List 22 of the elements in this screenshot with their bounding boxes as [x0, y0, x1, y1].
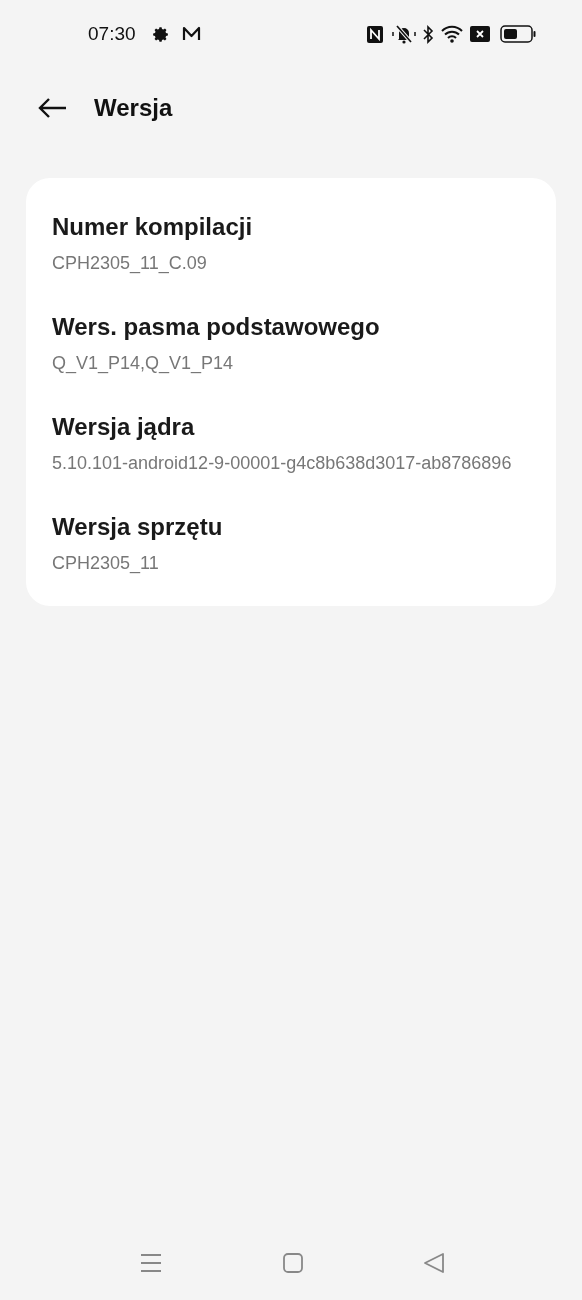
- item-value: CPH2305_11: [52, 552, 160, 576]
- status-time: 07:30: [88, 21, 136, 46]
- sim-error-icon: [470, 26, 490, 42]
- home-icon[interactable]: [283, 1253, 303, 1273]
- mail-icon: [181, 26, 201, 42]
- back-icon[interactable]: [424, 1253, 444, 1273]
- gear-icon: [152, 25, 170, 43]
- item-title: Wersja sprzętu: [52, 512, 224, 542]
- nfc-icon: [367, 25, 383, 43]
- page-title: Wersja: [94, 93, 173, 123]
- bluetooth-icon: [422, 24, 434, 44]
- menu-icon[interactable]: [140, 1253, 162, 1273]
- item-value: Q_V1_P14,Q_V1_P14: [52, 352, 235, 376]
- back-arrow-icon: [37, 97, 67, 119]
- battery-icon: [500, 25, 536, 43]
- wifi-icon: [441, 25, 463, 43]
- muted-bell-icon: [392, 24, 416, 44]
- item-value: CPH2305_11_C.09: [52, 252, 208, 276]
- item-title: Wers. pasma podstawowego: [52, 312, 381, 342]
- item-title: Wersja jądra: [52, 412, 196, 442]
- item-title: Numer kompilacji: [52, 212, 254, 242]
- item-value: 5.10.101-android12-9-00001-g4c8b638d3017-ab8786896: [52, 452, 513, 475]
